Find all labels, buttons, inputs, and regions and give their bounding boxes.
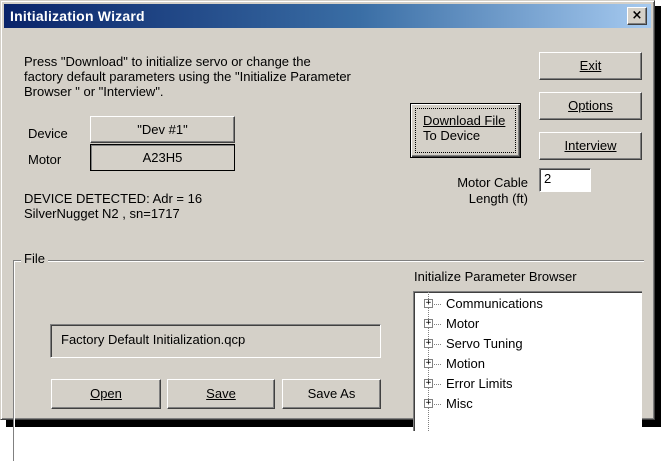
tree-branch-line <box>434 364 442 365</box>
motor-cable-label-line-1: Motor Cable <box>457 175 528 190</box>
tree-branch-line <box>434 344 442 345</box>
device-button[interactable]: "Dev #1" <box>90 116 235 143</box>
tree-item-label: Servo Tuning <box>446 336 523 351</box>
options-label: Options <box>568 98 613 113</box>
tree-item-label: Misc <box>446 396 473 411</box>
title-bar[interactable]: Initialization Wizard × <box>4 4 651 28</box>
instruction-line-1: Press "Download" to initialize servo or … <box>24 54 311 69</box>
plus-expander-icon[interactable]: + <box>424 299 433 308</box>
plus-expander-icon[interactable]: + <box>424 379 433 388</box>
save-button[interactable]: Save <box>167 379 275 409</box>
save-as-label: Save As <box>307 386 356 401</box>
tree-branch-line <box>434 384 442 385</box>
download-label-line-2: To Device <box>423 128 481 143</box>
plus-expander-icon[interactable]: + <box>424 339 433 348</box>
motor-cable-length-input[interactable]: 2 <box>539 168 591 192</box>
interview-label: Interview <box>564 138 617 153</box>
motor-cable-label-line-2: Length (ft) <box>468 191 528 206</box>
tree-item-label: Motion <box>446 356 486 371</box>
motor-label: Motor <box>28 152 62 167</box>
download-file-to-device-button[interactable]: Download File To Device <box>410 103 521 158</box>
interview-button[interactable]: Interview <box>539 132 642 160</box>
file-group-label: File <box>21 251 48 266</box>
window-drop-shadow-right <box>654 6 661 427</box>
exit-button[interactable]: Exit <box>539 52 642 80</box>
device-label: Device <box>28 126 68 141</box>
tree-item-label: Error Limits <box>446 376 513 391</box>
filename-field: Factory Default Initialization.qcp <box>50 324 381 358</box>
tree-branch-line <box>434 404 442 405</box>
motor-value: A23H5 <box>142 150 183 165</box>
save-as-button[interactable]: Save As <box>282 379 381 409</box>
motor-field: A23H5 <box>90 144 235 171</box>
close-icon: × <box>631 8 643 23</box>
tree-item-label: Motor <box>446 316 480 331</box>
tree-branch-line <box>434 324 442 325</box>
device-detected-line-2: SilverNugget N2 , sn=1717 <box>24 206 180 221</box>
open-label: Open <box>90 386 122 401</box>
open-button[interactable]: Open <box>51 379 161 409</box>
plus-expander-icon[interactable]: + <box>424 399 433 408</box>
options-button[interactable]: Options <box>539 92 642 120</box>
save-label: Save <box>206 386 236 401</box>
tree-item-label: Communications <box>446 296 543 311</box>
close-button[interactable]: × <box>627 7 647 25</box>
initialization-wizard-window: Initialization Wizard × Press "Download"… <box>0 0 655 461</box>
filename-value: Factory Default Initialization.qcp <box>61 332 246 347</box>
tree-branch-line <box>434 304 442 305</box>
parameter-browser-label: Initialize Parameter Browser <box>414 269 577 284</box>
exit-label: Exit <box>579 58 602 73</box>
download-label-line-1: Download File <box>423 113 506 128</box>
window-title: Initialization Wizard <box>10 8 145 24</box>
device-value: "Dev #1" <box>137 122 188 137</box>
instruction-line-3: Browser " or "Interview". <box>24 84 164 99</box>
device-detected-line-1: DEVICE DETECTED: Adr = 16 <box>24 191 203 206</box>
parameter-browser-tree[interactable]: + Communications + Motor + Servo Tuning … <box>413 291 642 431</box>
plus-expander-icon[interactable]: + <box>424 319 433 328</box>
instruction-line-2: factory default parameters using the "In… <box>24 69 351 84</box>
plus-expander-icon[interactable]: + <box>424 359 433 368</box>
